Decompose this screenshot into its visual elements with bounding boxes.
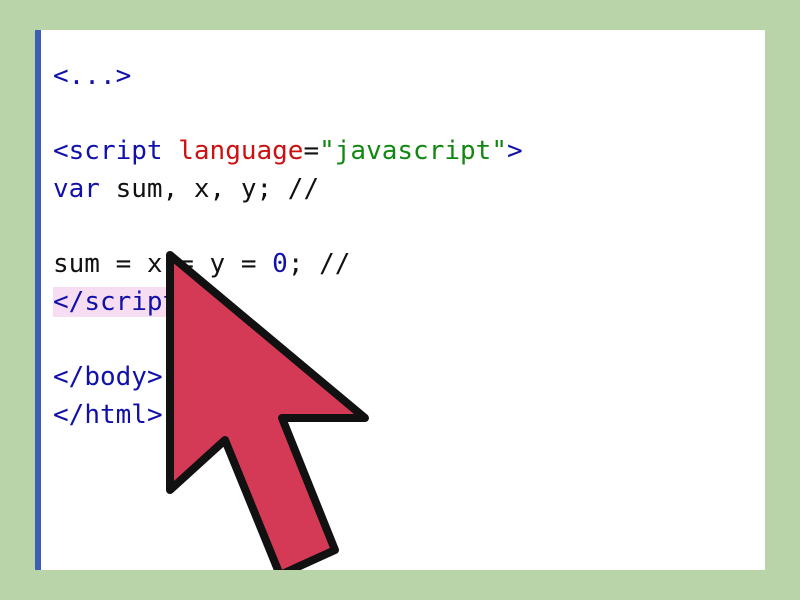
script-close-line: </script> <box>53 287 194 317</box>
truncated-line: <...> <box>53 61 131 91</box>
script-open-line: <script language="javascript"> <box>53 136 523 166</box>
editor-frame: <...> <script language="javascript"> var… <box>35 30 765 570</box>
var-decl-line: var sum, x, y; // <box>53 174 319 204</box>
html-close-line: </html> <box>53 400 163 430</box>
gutter-inner <box>41 30 53 570</box>
assign-line: sum = x = y = 0; // <box>53 249 350 279</box>
code-block: <...> <script language="javascript"> var… <box>53 30 523 435</box>
body-close-line: </body> <box>53 362 163 392</box>
